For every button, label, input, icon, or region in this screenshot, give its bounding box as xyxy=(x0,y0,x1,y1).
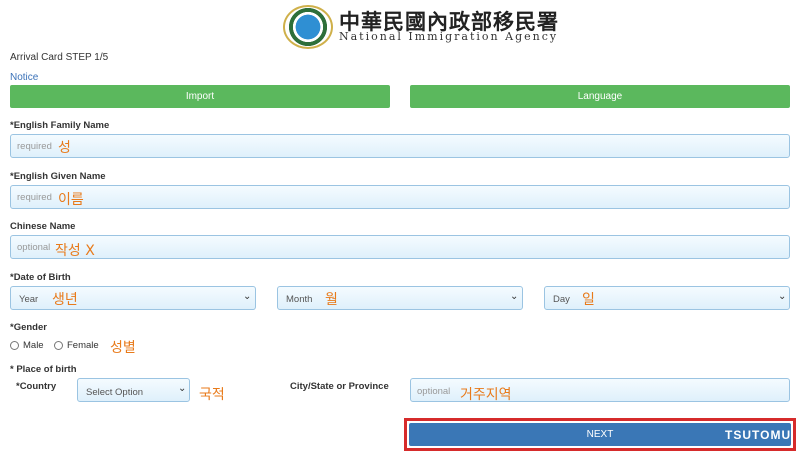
language-button[interactable]: Language xyxy=(410,85,790,108)
dob-label: *Date of Birth xyxy=(10,272,71,283)
gender-annotation: 성별 xyxy=(110,340,136,356)
family-name-label: *English Family Name xyxy=(10,120,110,131)
given-name-annotation: 이름 xyxy=(58,192,84,208)
agency-logo xyxy=(283,5,333,49)
country-selected-value: Select Option xyxy=(86,387,144,398)
chevron-down-icon: ⌄ xyxy=(778,291,787,302)
birth-month-text: Month xyxy=(286,294,313,305)
agency-name-english: National Immigration Agency xyxy=(339,30,559,43)
birth-day-text: Day xyxy=(553,294,570,305)
birth-year-select[interactable] xyxy=(10,286,256,310)
female-label: Female xyxy=(67,340,99,351)
given-name-label: *English Given Name xyxy=(10,171,106,182)
city-annotation: 거주지역 xyxy=(460,387,512,403)
step-indicator: Arrival Card STEP 1/5 xyxy=(10,52,109,63)
chinese-name-annotation: 작성 X xyxy=(55,243,95,259)
chevron-down-icon: ⌄ xyxy=(178,383,187,394)
birth-year-annotation: 생년 xyxy=(52,292,78,308)
birth-month-select[interactable] xyxy=(277,286,523,310)
family-name-placeholder: required xyxy=(17,141,52,152)
watermark: TSUTOMU xyxy=(725,428,792,442)
import-button[interactable]: Import xyxy=(10,85,390,108)
male-radio[interactable] xyxy=(10,341,19,350)
chevron-down-icon: ⌄ xyxy=(510,291,519,302)
birth-month-annotation: 월 xyxy=(325,292,338,308)
place-of-birth-label: * Place of birth xyxy=(10,364,77,375)
chevron-down-icon: ⌄ xyxy=(243,291,252,302)
city-label: City/State or Province xyxy=(290,381,389,392)
gender-label: *Gender xyxy=(10,322,47,333)
chinese-name-label: Chinese Name xyxy=(10,221,76,232)
notice-link[interactable]: Notice xyxy=(10,72,38,83)
family-name-input[interactable] xyxy=(10,134,790,158)
male-label: Male xyxy=(23,340,44,351)
birth-day-select[interactable] xyxy=(544,286,790,310)
given-name-placeholder: required xyxy=(17,192,52,203)
country-label: *Country xyxy=(16,381,57,392)
birth-day-annotation: 일 xyxy=(582,292,595,308)
chinese-name-input[interactable] xyxy=(10,235,790,259)
chinese-name-placeholder: optional xyxy=(17,242,51,253)
given-name-input[interactable] xyxy=(10,185,790,209)
birth-year-text: Year xyxy=(19,294,39,305)
female-radio[interactable] xyxy=(54,341,63,350)
country-annotation: 국적 xyxy=(199,387,225,403)
family-name-annotation: 성 xyxy=(58,140,71,156)
city-placeholder: optional xyxy=(417,386,451,397)
